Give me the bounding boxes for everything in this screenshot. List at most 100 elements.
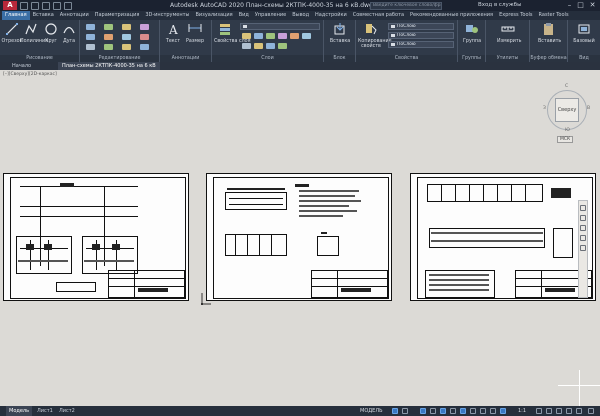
tab-layout1[interactable]: Лист1 [34,406,56,416]
isolate-objects-icon[interactable] [556,408,562,414]
orbit-icon[interactable] [580,235,586,241]
redo-icon[interactable] [53,1,61,10]
insert-tool[interactable]: Вставка [329,22,351,44]
tab-model[interactable]: Модель [6,406,33,416]
snap-icon[interactable] [402,408,408,414]
selection-cycling-icon[interactable] [490,408,496,414]
viewcube-north[interactable]: С [565,84,568,89]
model-space-button[interactable]: МОДЕЛЬ [360,408,383,414]
tab-express-tools[interactable]: Express Tools [496,11,535,20]
tab-view[interactable]: Вид [236,11,252,20]
viewcube-east[interactable]: В [587,106,590,111]
tab-visualize[interactable]: Визуализация [192,11,235,20]
viewcube-south[interactable]: Ю [565,128,570,133]
linetype-dropdown[interactable]: ПоСлою [388,32,454,39]
steering-wheel-icon[interactable] [580,205,586,211]
undo-icon[interactable] [42,1,50,10]
viewcube-west[interactable]: З [543,106,546,111]
lineweight-icon[interactable] [470,408,476,414]
annotation-scale[interactable]: 1:1 [518,408,526,414]
showmotion-icon[interactable] [580,245,586,251]
close-button[interactable]: ✕ [588,1,597,10]
customization-menu-icon[interactable] [588,408,594,414]
draw-panel-title[interactable]: Рисование [0,55,79,62]
autocad-logo-icon[interactable]: A [3,1,17,10]
array-icon[interactable] [122,44,131,50]
layer-current-icon[interactable] [278,43,287,49]
plus-icon[interactable] [546,408,552,414]
isodraft-icon[interactable] [440,408,446,414]
hardware-acceleration-icon[interactable] [566,408,572,414]
properties-panel-title[interactable]: Свойства [356,55,457,62]
layer-walk-icon[interactable] [242,43,251,49]
group-tool[interactable]: Группа [461,22,483,44]
drawing-canvas[interactable]: [–][Сверху][2D-каркас] С Ю З В Сверху МС… [0,70,600,406]
layer-properties-tool[interactable]: Свойства слоя [214,22,250,44]
tab-layout2[interactable]: Лист2 [56,406,78,416]
measure-tool[interactable]: Измерить [497,22,522,44]
layer-match-icon[interactable] [278,33,287,39]
fillet-icon[interactable] [122,34,131,40]
base-view-tool[interactable]: Базовый [573,22,595,44]
tab-start[interactable]: Начало [8,62,35,70]
annotation-panel-title[interactable]: Аннотации [160,55,211,62]
layer-isolate-icon[interactable] [290,33,299,39]
paste-tool[interactable]: Вставить [538,22,561,44]
ucs-menu[interactable]: МСК [557,136,574,143]
plot-icon[interactable] [64,1,72,10]
arc-tool[interactable]: Дуга [58,22,80,44]
viewcube-top-face[interactable]: Сверху [555,98,579,122]
search-input[interactable]: Введите ключевое слово/фразу [370,2,442,10]
polar-icon[interactable] [430,408,436,414]
utilities-panel-title[interactable]: Утилиты [486,55,529,62]
tab-drawing[interactable]: План-схемы 2КТПК-4000-35 на 6 кВ [58,62,160,70]
explode-icon[interactable] [140,34,149,40]
layer-off-icon[interactable] [254,33,263,39]
pan-icon[interactable] [580,215,586,221]
copy-icon[interactable] [86,34,95,40]
clean-screen-icon[interactable] [576,408,582,414]
scale-icon[interactable] [104,44,113,50]
match-properties-tool[interactable]: Копирование свойств [358,22,392,49]
move-icon[interactable] [86,24,95,30]
tab-output[interactable]: Вывод [289,11,312,20]
viewcube[interactable]: С Ю З В Сверху МСК [543,84,591,143]
trim-icon[interactable] [122,24,131,30]
tab-parametric[interactable]: Параметризация [92,11,143,20]
layer-merge-icon[interactable] [254,43,263,49]
ortho-icon[interactable] [420,408,426,414]
modify-panel-title[interactable]: Редактирование [80,55,159,62]
color-dropdown[interactable]: ПоСлою [388,23,454,30]
polyline-tool[interactable]: Полилиния [20,22,48,44]
annotation-visibility-icon[interactable] [500,408,506,414]
offset-icon[interactable] [140,44,149,50]
tab-featured-apps[interactable]: Рекомендованные приложения [407,11,496,20]
tab-collaborate[interactable]: Совместная работа [350,11,407,20]
layer-dropdown[interactable] [240,23,320,30]
layer-freeze-icon[interactable] [242,33,251,39]
tab-annotate[interactable]: Аннотации [57,11,92,20]
transparency-icon[interactable] [480,408,486,414]
layer-previous-icon[interactable] [302,33,311,39]
block-panel-title[interactable]: Блок [324,55,355,62]
groups-panel-title[interactable]: Группы [458,55,485,62]
erase-icon[interactable] [140,24,149,30]
viewport-controls[interactable]: [–][Сверху][2D-каркас] [3,72,57,77]
tab-3d-tools[interactable]: 3D-инструменты [142,11,192,20]
object-tracking-icon[interactable] [450,408,456,414]
maximize-button[interactable]: □ [576,1,585,10]
view-panel-title[interactable]: Вид [568,55,600,62]
save-icon[interactable] [31,1,39,10]
text-tool[interactable]: A Текст [162,22,184,44]
stretch-icon[interactable] [86,44,95,50]
layer-lock-icon[interactable] [266,33,275,39]
dimension-tool[interactable]: Размер [184,22,206,44]
layer-delete-icon[interactable] [266,43,275,49]
zoom-icon[interactable] [580,225,586,231]
layers-panel-title[interactable]: Слои [212,55,323,62]
rotate-icon[interactable] [104,24,113,30]
open-file-icon[interactable] [20,1,28,10]
minimize-button[interactable]: – [565,1,574,10]
lineweight-dropdown[interactable]: ПоСлою [388,41,454,48]
gear-icon[interactable] [536,408,542,414]
